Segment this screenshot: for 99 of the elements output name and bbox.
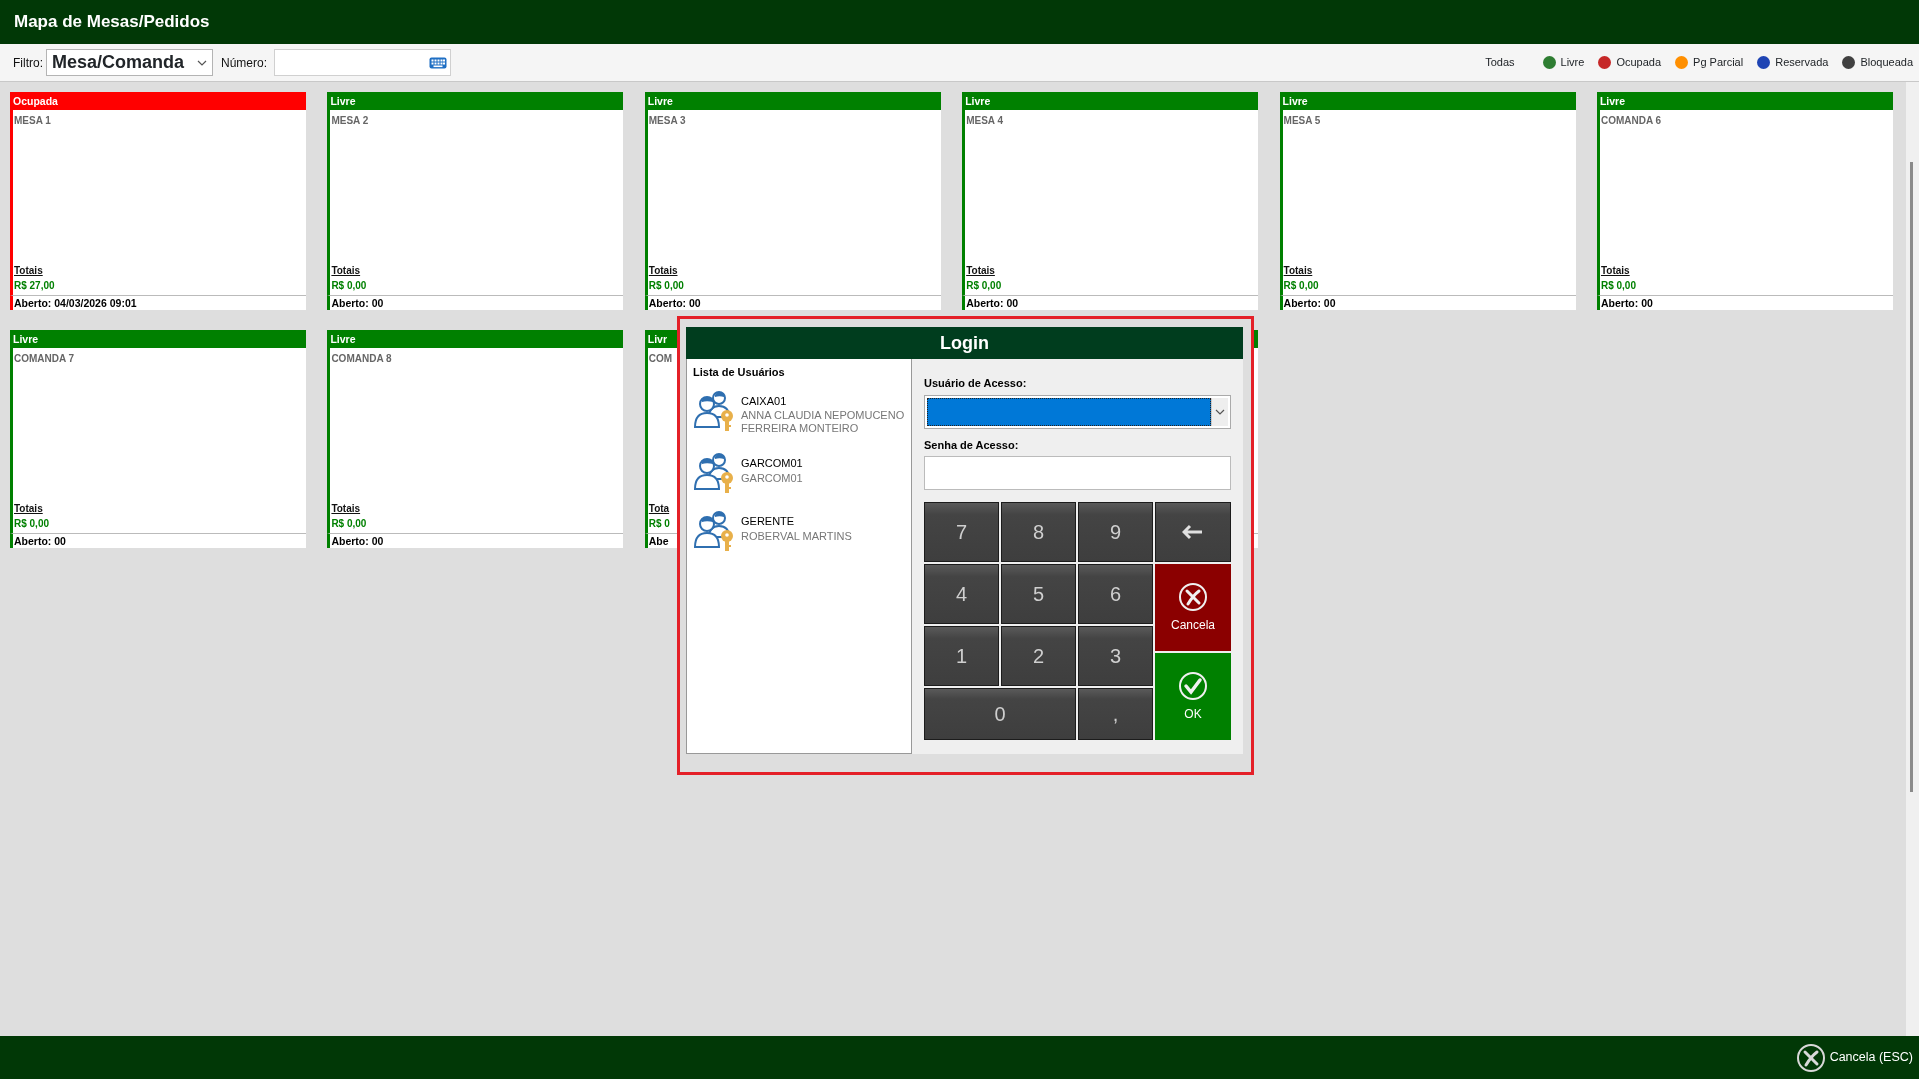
card-body[interactable]: COMANDA 8 Totais R$ 0,00 (327, 348, 624, 533)
user-login: GERENTE (741, 514, 796, 529)
user-label: Usuário de Acesso: (924, 376, 1028, 391)
user-list-item[interactable]: GARCOM01 GARCOM01 (693, 449, 907, 493)
check-icon (1178, 670, 1208, 701)
total-amount: R$ 0 (648, 517, 670, 531)
keyboard-icon[interactable] (429, 56, 447, 69)
totals-label: Tota (648, 502, 670, 516)
dialog-title: Login (686, 327, 1243, 359)
card-body[interactable]: COMANDA 6 Totais R$ 0,00 (1596, 110, 1893, 295)
keypad-key[interactable]: 5 (1001, 564, 1076, 624)
table-name: COMANDA 6 (1600, 114, 1662, 128)
user-full-name: GARCOM01 (741, 471, 804, 485)
keypad-key[interactable]: 1 (924, 626, 999, 686)
opened-time: Aberto: 00 (644, 295, 941, 310)
card-header[interactable]: Livre (327, 330, 624, 348)
password-field[interactable] (924, 456, 1231, 490)
legend-label[interactable]: Pg Parcial (1693, 54, 1744, 71)
card-body[interactable]: MESA 5 Totais R$ 0,00 (1279, 110, 1576, 295)
card-header[interactable]: Livre (10, 330, 306, 348)
caret-icon (197, 59, 207, 66)
user-login: CAIXA01 (741, 393, 788, 409)
card-header[interactable]: Livre (1279, 92, 1576, 110)
card-body[interactable]: COMANDA 7 Totais R$ 0,00 (10, 348, 306, 533)
card-header[interactable]: Livre (962, 92, 1259, 110)
card-body[interactable]: MESA 2 Totais R$ 0,00 (327, 110, 624, 295)
card-body[interactable]: MESA 3 Totais R$ 0,00 (644, 110, 941, 295)
cancel-icon (1178, 581, 1208, 612)
keypad-key[interactable]: 2 (1001, 626, 1076, 686)
card-body[interactable]: MESA 4 Totais R$ 0,00 (962, 110, 1259, 295)
user-dropdown[interactable] (924, 394, 1231, 429)
table-name: COMANDA 7 (14, 352, 75, 366)
totals-label: Totais (1283, 264, 1313, 278)
keypad-key[interactable]: , (1078, 688, 1153, 740)
table-name: MESA 1 (14, 114, 51, 128)
total-amount: R$ 0,00 (331, 279, 367, 293)
caret-icon (1215, 408, 1225, 415)
keypad-key[interactable]: 4 (924, 564, 999, 624)
window-title: Mapa de Mesas/Pedidos (14, 11, 210, 34)
totals-label: Totais (331, 264, 361, 278)
table-name: MESA 3 (648, 114, 686, 128)
cancel-button[interactable]: Cancela (ESC) (1795, 1042, 1913, 1073)
table-name: COM (648, 352, 673, 366)
table-name: MESA 5 (1283, 114, 1321, 128)
legend-label[interactable]: Todas (1485, 54, 1515, 71)
legend-label[interactable]: Reservada (1775, 54, 1829, 71)
user-full-name: ANNA CLAUDIA NEPOMUCENO FERREIRA MONTEIRO (741, 409, 906, 435)
table-name: MESA 4 (966, 114, 1004, 128)
opened-time: Aberto: 04/03/2026 09:01 (10, 295, 306, 310)
totals-label: Totais (1600, 264, 1630, 278)
opened-time: Aberto: 00 (327, 295, 624, 310)
opened-time: Aberto: 00 (1596, 295, 1893, 310)
keypad-key[interactable]: 8 (1001, 502, 1076, 562)
number-field[interactable] (274, 49, 451, 76)
scrollbar[interactable] (1906, 82, 1919, 1036)
totals-label: Totais (331, 502, 361, 516)
card-header[interactable]: Ocupada (10, 92, 306, 110)
total-amount: R$ 27,00 (14, 279, 55, 293)
table-name: MESA 2 (331, 114, 369, 128)
opened-time: Aberto: 00 (327, 533, 624, 548)
total-amount: R$ 0,00 (1600, 279, 1636, 293)
totals-label: Totais (14, 264, 43, 278)
total-amount: R$ 0,00 (966, 279, 1002, 293)
card-header[interactable]: Livre (644, 92, 941, 110)
ok-button[interactable]: OK (1155, 653, 1231, 740)
user-login: GARCOM01 (741, 456, 804, 471)
legend-label[interactable]: Livre (1560, 54, 1585, 71)
opened-time: Aberto: 00 (1279, 295, 1576, 310)
total-amount: R$ 0,00 (1283, 279, 1319, 293)
opened-time: Aberto: 00 (962, 295, 1259, 310)
keypad-key[interactable]: 0 (924, 688, 1076, 740)
password-label: Senha de Acesso: (924, 437, 1020, 453)
cancel-icon (1795, 1042, 1826, 1073)
filter-label: Filtro: (13, 54, 43, 72)
total-amount: R$ 0,00 (14, 517, 50, 531)
card-header[interactable]: Livre (327, 92, 624, 110)
cancel-button[interactable]: Cancela (1155, 564, 1231, 651)
legend-label[interactable]: Ocupada (1616, 54, 1662, 71)
filter-dropdown[interactable]: Mesa/Comanda (46, 49, 213, 76)
keypad-key[interactable]: 9 (1078, 502, 1153, 562)
opened-time: Aberto: 00 (10, 533, 306, 548)
card-header[interactable]: Livre (1596, 92, 1893, 110)
legend-label[interactable]: Bloqueada (1860, 54, 1913, 71)
number-label: Número: (221, 54, 267, 72)
keypad-key[interactable]: 7 (924, 502, 999, 562)
card-body[interactable]: MESA 1 Totais R$ 27,00 (10, 110, 306, 295)
backspace-button[interactable] (1155, 502, 1231, 562)
totals-label: Totais (966, 264, 995, 278)
totals-label: Totais (14, 502, 43, 516)
keypad-key[interactable]: 3 (1078, 626, 1153, 686)
keypad-key[interactable]: 6 (1078, 564, 1153, 624)
totals-label: Totais (648, 264, 678, 278)
scrollbar-thumb[interactable] (1910, 162, 1913, 792)
total-amount: R$ 0,00 (331, 517, 367, 531)
total-amount: R$ 0,00 (648, 279, 684, 293)
left-arrow-icon (1182, 524, 1204, 540)
table-name: COMANDA 8 (331, 352, 392, 366)
users-heading: Lista de Usuários (693, 365, 786, 380)
user-list-item[interactable]: CAIXA01 ANNA CLAUDIA NEPOMUCENO FERREIRA MONTEIRO (693, 386, 907, 435)
